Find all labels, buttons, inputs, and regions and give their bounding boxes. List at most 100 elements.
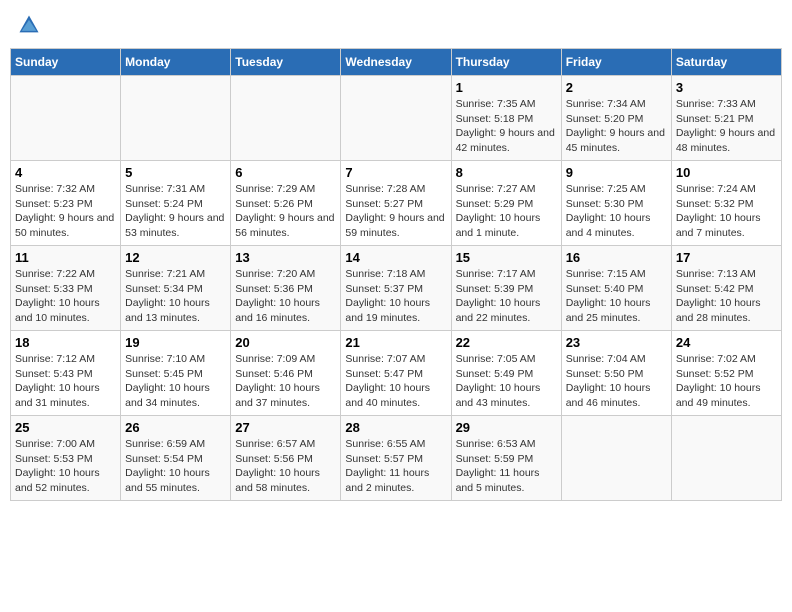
calendar-cell: 5 Sunrise: 7:31 AMSunset: 5:24 PMDaylight…: [121, 161, 231, 246]
calendar-cell: 20Sunrise: 7:09 AMSunset: 5:46 PMDayligh…: [231, 331, 341, 416]
day-number: 4: [15, 165, 116, 180]
calendar-cell: [341, 76, 451, 161]
calendar-cell: [671, 416, 781, 501]
week-row-3: 11Sunrise: 7:22 AMSunset: 5:33 PMDayligh…: [11, 246, 782, 331]
day-info: Sunrise: 6:53 AMSunset: 5:59 PMDaylight:…: [456, 437, 557, 496]
day-number: 5: [125, 165, 226, 180]
day-number: 7: [345, 165, 446, 180]
day-info: Sunrise: 6:57 AMSunset: 5:56 PMDaylight:…: [235, 437, 336, 496]
day-number: 8: [456, 165, 557, 180]
day-info: Sunrise: 7:29 AMSunset: 5:26 PMDaylight:…: [235, 182, 336, 241]
day-number: 29: [456, 420, 557, 435]
calendar-cell: 9 Sunrise: 7:25 AMSunset: 5:30 PMDaylight…: [561, 161, 671, 246]
column-header-thursday: Thursday: [451, 49, 561, 76]
calendar-cell: 3Sunrise: 7:33 AMSunset: 5:21 PMDaylight…: [671, 76, 781, 161]
calendar-cell: 15 Sunrise: 7:17 AMSunset: 5:39 PMDayligh…: [451, 246, 561, 331]
day-number: 18: [15, 335, 116, 350]
calendar-header-row: SundayMondayTuesdayWednesdayThursdayFrid…: [11, 49, 782, 76]
day-info: Sunrise: 7:21 AMSunset: 5:34 PMDaylight:…: [125, 267, 226, 326]
day-info: Sunrise: 7:35 AMSunset: 5:18 PMDaylight:…: [456, 97, 557, 156]
week-row-2: 4 Sunrise: 7:32 AMSunset: 5:23 PMDaylight…: [11, 161, 782, 246]
day-info: Sunrise: 7:28 AMSunset: 5:27 PMDaylight:…: [345, 182, 446, 241]
logo: [18, 14, 42, 36]
column-header-saturday: Saturday: [671, 49, 781, 76]
calendar-cell: 27 Sunrise: 6:57 AMSunset: 5:56 PMDayligh…: [231, 416, 341, 501]
calendar-cell: 4 Sunrise: 7:32 AMSunset: 5:23 PMDaylight…: [11, 161, 121, 246]
day-info: Sunrise: 7:33 AMSunset: 5:21 PMDaylight:…: [676, 97, 777, 156]
logo-icon: [18, 14, 40, 36]
day-info: Sunrise: 7:07 AMSunset: 5:47 PMDaylight:…: [345, 352, 446, 411]
day-number: 17: [676, 250, 777, 265]
calendar-cell: 14 Sunrise: 7:18 AMSunset: 5:37 PMDayligh…: [341, 246, 451, 331]
day-info: Sunrise: 7:25 AMSunset: 5:30 PMDaylight:…: [566, 182, 667, 241]
day-number: 12: [125, 250, 226, 265]
day-info: Sunrise: 7:24 AMSunset: 5:32 PMDaylight:…: [676, 182, 777, 241]
day-info: Sunrise: 7:05 AMSunset: 5:49 PMDaylight:…: [456, 352, 557, 411]
day-number: 1: [456, 80, 557, 95]
calendar-cell: 8 Sunrise: 7:27 AMSunset: 5:29 PMDaylight…: [451, 161, 561, 246]
calendar-cell: 28 Sunrise: 6:55 AMSunset: 5:57 PMDayligh…: [341, 416, 451, 501]
calendar-cell: 13Sunrise: 7:20 AMSunset: 5:36 PMDayligh…: [231, 246, 341, 331]
calendar-cell: 6 Sunrise: 7:29 AMSunset: 5:26 PMDaylight…: [231, 161, 341, 246]
day-info: Sunrise: 7:22 AMSunset: 5:33 PMDaylight:…: [15, 267, 116, 326]
day-info: Sunrise: 7:32 AMSunset: 5:23 PMDaylight:…: [15, 182, 116, 241]
day-number: 27: [235, 420, 336, 435]
day-number: 28: [345, 420, 446, 435]
day-number: 6: [235, 165, 336, 180]
calendar-cell: 7 Sunrise: 7:28 AMSunset: 5:27 PMDaylight…: [341, 161, 451, 246]
week-row-5: 25 Sunrise: 7:00 AMSunset: 5:53 PMDayligh…: [11, 416, 782, 501]
column-header-wednesday: Wednesday: [341, 49, 451, 76]
calendar-cell: [11, 76, 121, 161]
calendar-cell: 25 Sunrise: 7:00 AMSunset: 5:53 PMDayligh…: [11, 416, 121, 501]
page-header: [10, 10, 782, 40]
day-info: Sunrise: 7:31 AMSunset: 5:24 PMDaylight:…: [125, 182, 226, 241]
day-number: 21: [345, 335, 446, 350]
calendar-cell: 12 Sunrise: 7:21 AMSunset: 5:34 PMDayligh…: [121, 246, 231, 331]
calendar-cell: 16Sunrise: 7:15 AMSunset: 5:40 PMDayligh…: [561, 246, 671, 331]
day-number: 14: [345, 250, 446, 265]
day-number: 25: [15, 420, 116, 435]
day-info: Sunrise: 6:55 AMSunset: 5:57 PMDaylight:…: [345, 437, 446, 496]
calendar-cell: 23 Sunrise: 7:04 AMSunset: 5:50 PMDayligh…: [561, 331, 671, 416]
calendar-cell: 19 Sunrise: 7:10 AMSunset: 5:45 PMDayligh…: [121, 331, 231, 416]
day-info: Sunrise: 7:17 AMSunset: 5:39 PMDaylight:…: [456, 267, 557, 326]
calendar-table: SundayMondayTuesdayWednesdayThursdayFrid…: [10, 48, 782, 501]
calendar-cell: 26 Sunrise: 6:59 AMSunset: 5:54 PMDayligh…: [121, 416, 231, 501]
column-header-tuesday: Tuesday: [231, 49, 341, 76]
calendar-cell: 18 Sunrise: 7:12 AMSunset: 5:43 PMDayligh…: [11, 331, 121, 416]
column-header-friday: Friday: [561, 49, 671, 76]
day-number: 24: [676, 335, 777, 350]
calendar-cell: 11Sunrise: 7:22 AMSunset: 5:33 PMDayligh…: [11, 246, 121, 331]
calendar-cell: 17 Sunrise: 7:13 AMSunset: 5:42 PMDayligh…: [671, 246, 781, 331]
day-info: Sunrise: 7:27 AMSunset: 5:29 PMDaylight:…: [456, 182, 557, 241]
day-number: 15: [456, 250, 557, 265]
day-info: Sunrise: 7:04 AMSunset: 5:50 PMDaylight:…: [566, 352, 667, 411]
day-number: 9: [566, 165, 667, 180]
calendar-cell: 21 Sunrise: 7:07 AMSunset: 5:47 PMDayligh…: [341, 331, 451, 416]
column-header-monday: Monday: [121, 49, 231, 76]
day-info: Sunrise: 7:13 AMSunset: 5:42 PMDaylight:…: [676, 267, 777, 326]
day-info: Sunrise: 7:18 AMSunset: 5:37 PMDaylight:…: [345, 267, 446, 326]
day-info: Sunrise: 6:59 AMSunset: 5:54 PMDaylight:…: [125, 437, 226, 496]
day-info: Sunrise: 7:20 AMSunset: 5:36 PMDaylight:…: [235, 267, 336, 326]
day-info: Sunrise: 7:10 AMSunset: 5:45 PMDaylight:…: [125, 352, 226, 411]
day-number: 10: [676, 165, 777, 180]
calendar-cell: 10 Sunrise: 7:24 AMSunset: 5:32 PMDayligh…: [671, 161, 781, 246]
day-number: 19: [125, 335, 226, 350]
column-header-sunday: Sunday: [11, 49, 121, 76]
week-row-4: 18 Sunrise: 7:12 AMSunset: 5:43 PMDayligh…: [11, 331, 782, 416]
day-info: Sunrise: 7:00 AMSunset: 5:53 PMDaylight:…: [15, 437, 116, 496]
calendar-cell: 22Sunrise: 7:05 AMSunset: 5:49 PMDayligh…: [451, 331, 561, 416]
day-number: 2: [566, 80, 667, 95]
day-number: 26: [125, 420, 226, 435]
calendar-cell: 2Sunrise: 7:34 AMSunset: 5:20 PMDaylight…: [561, 76, 671, 161]
day-info: Sunrise: 7:15 AMSunset: 5:40 PMDaylight:…: [566, 267, 667, 326]
calendar-cell: [121, 76, 231, 161]
day-number: 23: [566, 335, 667, 350]
week-row-1: 1 Sunrise: 7:35 AMSunset: 5:18 PMDaylight…: [11, 76, 782, 161]
calendar-cell: [231, 76, 341, 161]
calendar-cell: [561, 416, 671, 501]
calendar-cell: 24Sunrise: 7:02 AMSunset: 5:52 PMDayligh…: [671, 331, 781, 416]
day-info: Sunrise: 7:09 AMSunset: 5:46 PMDaylight:…: [235, 352, 336, 411]
day-info: Sunrise: 7:12 AMSunset: 5:43 PMDaylight:…: [15, 352, 116, 411]
